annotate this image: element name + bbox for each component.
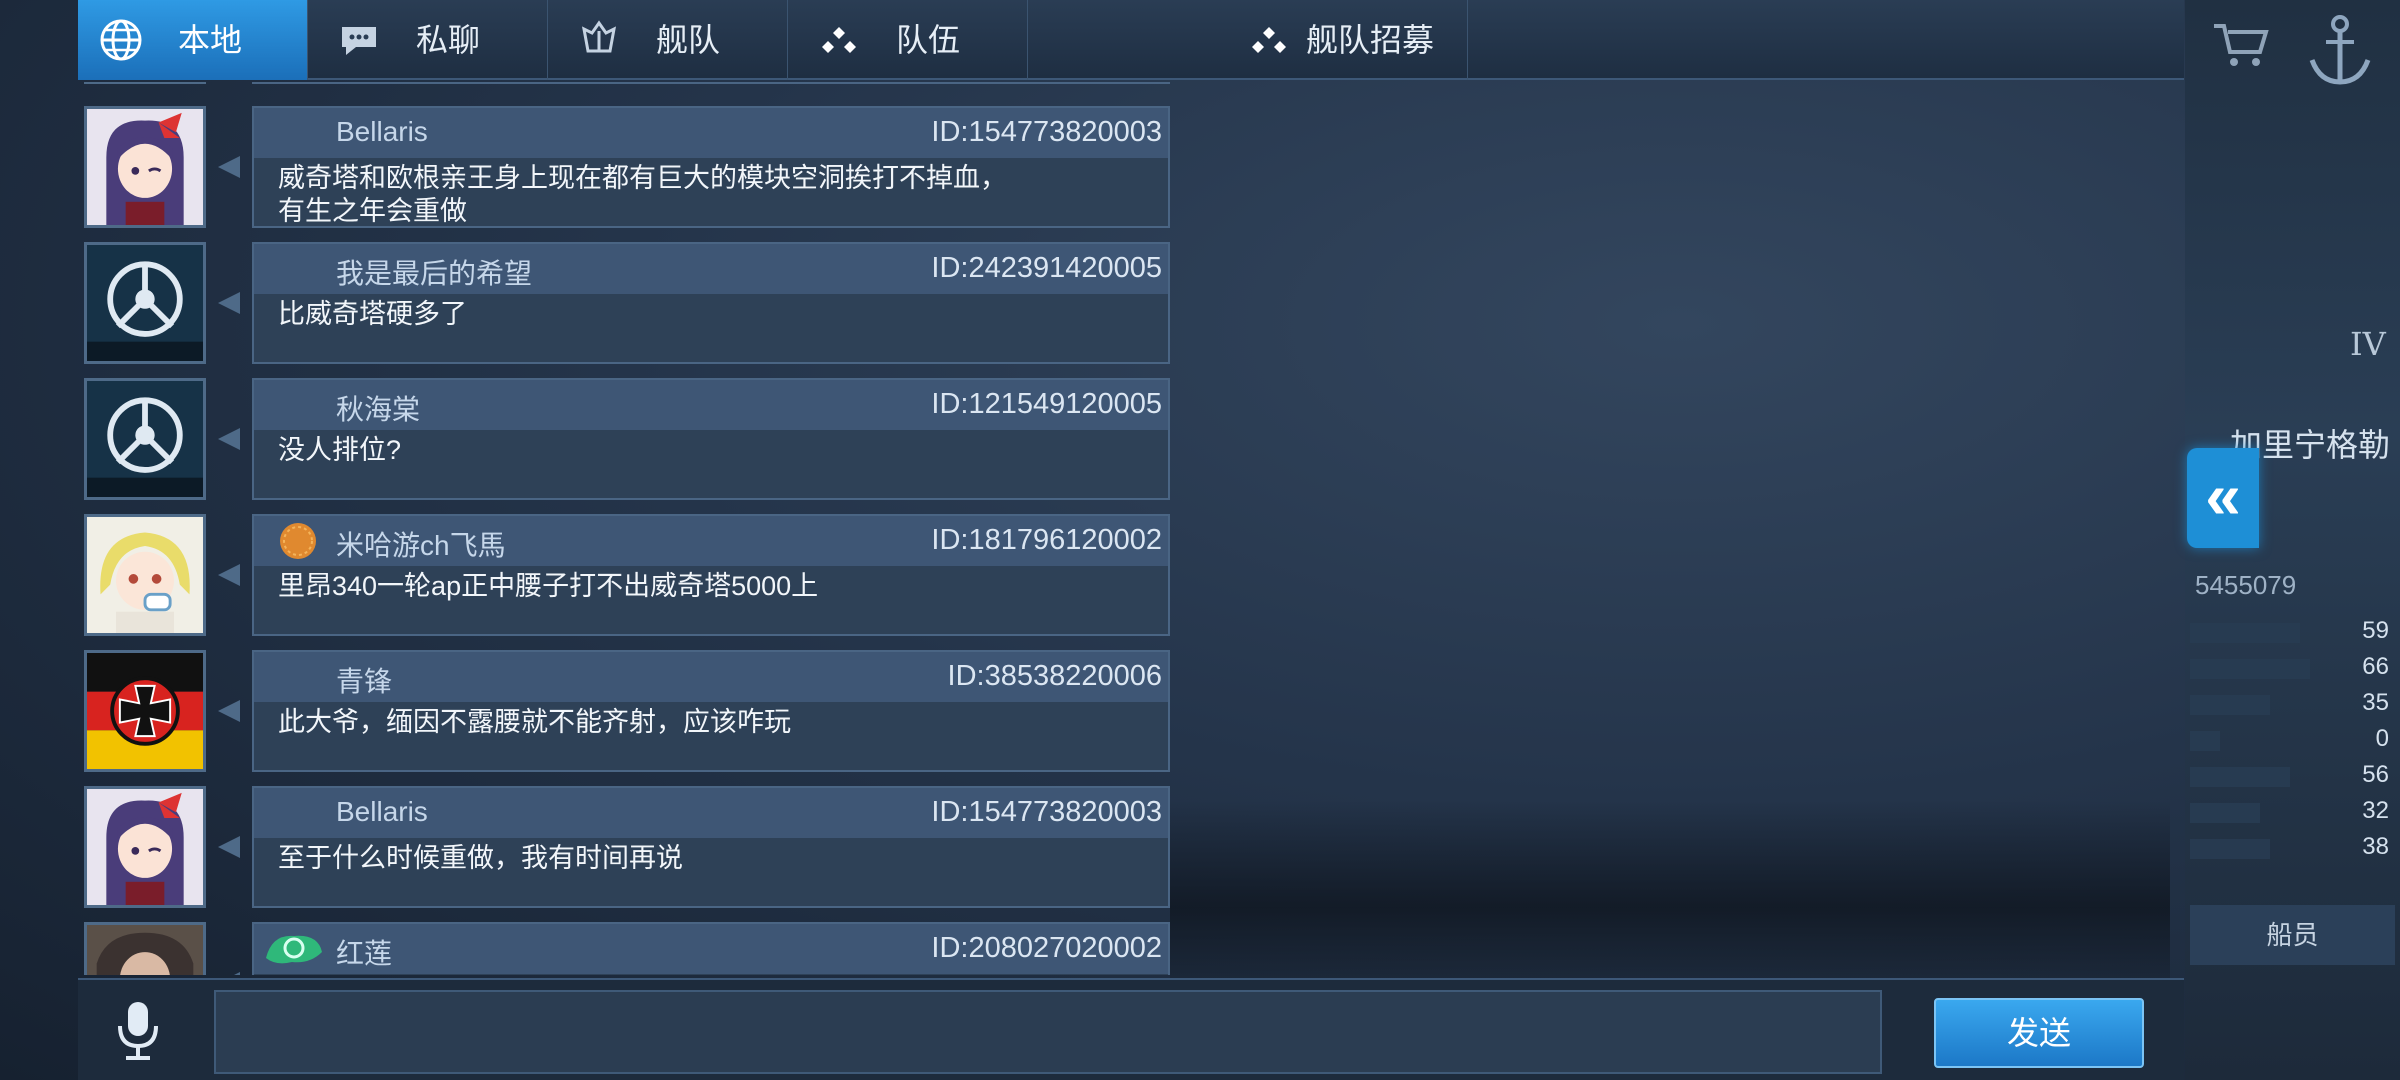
tab-team[interactable]: 队伍	[788, 0, 1028, 80]
message-bubble: 我是最后的希望 ID:242391420005 比威奇塔硬多了	[252, 242, 1170, 364]
message-bubble	[252, 82, 1170, 84]
tab-label: 私聊	[416, 22, 481, 58]
stat-row: 38	[2190, 831, 2395, 867]
message-bubble: 红莲 ID:208027020002	[252, 922, 1170, 975]
tab-local[interactable]: 本地	[78, 0, 308, 80]
stat-row: 32	[2190, 795, 2395, 831]
double-chevron-left-icon: «	[2205, 460, 2241, 532]
avatar[interactable]	[84, 242, 206, 364]
stat-row: 35	[2190, 687, 2395, 723]
message-item: Bellaris ID:154773820003 至于什么时候重做，我有时间再说	[78, 786, 1178, 908]
avatar[interactable]	[84, 650, 206, 772]
message-item: 我是最后的希望 ID:242391420005 比威奇塔硬多了	[78, 242, 1178, 364]
player-id: 5455079	[2195, 570, 2297, 600]
sender-name[interactable]: 米哈游ch飞馬	[336, 524, 506, 564]
sender-id: ID:154773820003	[931, 116, 1162, 148]
send-button[interactable]: 发送	[1934, 998, 2144, 1068]
message-text: 里昂340一轮ap正中腰子打不出威奇塔5000上	[278, 571, 819, 601]
message-text	[254, 974, 1168, 975]
message-list[interactable]: Bellaris ID:154773820003 威奇塔和欧根亲王身上现在都有巨…	[78, 82, 1178, 975]
message-item: 青锋 ID:38538220006 此大爷，缅因不露腰就不能齐射，应该咋玩	[78, 650, 1178, 772]
sender-id: ID:121549120005	[931, 388, 1162, 420]
sender-name[interactable]: 红莲	[336, 932, 392, 972]
chat-input-bar: 发送	[78, 978, 2184, 1080]
microphone-icon[interactable]	[106, 998, 170, 1062]
ship-stats: 59 66 35 0 56 32 38	[2190, 615, 2395, 867]
message-text: 没人排位?	[278, 435, 402, 465]
sender-id: ID:208027020002	[931, 932, 1162, 964]
tab-fleet[interactable]: 舰队	[548, 0, 788, 80]
sender-id: ID:242391420005	[931, 252, 1162, 284]
avatar[interactable]	[84, 922, 206, 975]
message-item: 米哈游ch飞馬 ID:181796120002 里昂340一轮ap正中腰子打不出…	[78, 514, 1178, 636]
bubble-pointer	[218, 292, 240, 314]
avatar[interactable]	[84, 514, 206, 636]
bubble-pointer	[218, 700, 240, 722]
stat-row: 0	[2190, 723, 2395, 759]
sender-name[interactable]: Bellaris	[336, 796, 428, 828]
tab-label: 舰队	[656, 22, 721, 58]
avatar[interactable]	[84, 82, 206, 84]
avatar[interactable]	[84, 106, 206, 228]
message-text: 比威奇塔硬多了	[278, 299, 467, 329]
message-text: 此大爷，缅因不露腰就不能齐射，应该咋玩	[278, 707, 791, 737]
message-text: 至于什么时候重做，我有时间再说	[278, 843, 683, 873]
stat-row: 56	[2190, 759, 2395, 795]
message-bubble: 青锋 ID:38538220006 此大爷，缅因不露腰就不能齐射，应该咋玩	[252, 650, 1170, 772]
tab-label: 舰队招募	[1306, 22, 1435, 58]
anchor-icon[interactable]	[2300, 10, 2380, 90]
crew-button[interactable]: 船员	[2190, 905, 2395, 965]
expand-panel-button[interactable]: «	[2187, 448, 2259, 548]
sender-name[interactable]: 我是最后的希望	[336, 252, 532, 292]
message-text: 威奇塔和欧根亲王身上现在都有巨大的模块空洞挨打不掉血，有生之年会重做	[278, 163, 1007, 226]
message-header: Bellaris ID:154773820003	[254, 108, 1168, 158]
chat-message-input[interactable]	[214, 990, 1882, 1074]
avatar[interactable]	[84, 786, 206, 908]
bubble-pointer	[218, 428, 240, 450]
sender-name[interactable]: 秋海棠	[336, 388, 420, 428]
message-header: 我是最后的希望 ID:242391420005	[254, 244, 1168, 294]
sender-id: ID:181796120002	[931, 524, 1162, 556]
message-bubble: Bellaris ID:154773820003 威奇塔和欧根亲王身上现在都有巨…	[252, 106, 1170, 228]
sender-name[interactable]: Bellaris	[336, 116, 428, 148]
sender-id: ID:154773820003	[931, 796, 1162, 828]
message-item: 红莲 ID:208027020002	[78, 922, 1178, 975]
sender-name[interactable]: 青锋	[336, 660, 392, 700]
message-bubble: 秋海棠 ID:121549120005 没人排位?	[252, 378, 1170, 500]
stat-row: 59	[2190, 615, 2395, 651]
chat-tab-bar: 本地 私聊 舰队 队伍 舰队招募	[78, 0, 2184, 80]
tab-label: 队伍	[896, 22, 961, 58]
team-dots-icon	[816, 17, 862, 63]
tab-fleet-recruit[interactable]: 舰队招募	[1028, 0, 1468, 80]
message-header: 秋海棠 ID:121549120005	[254, 380, 1168, 430]
fleet-emblem-icon	[576, 17, 622, 63]
avatar[interactable]	[84, 378, 206, 500]
bubble-pointer	[218, 836, 240, 858]
message-bubble: 米哈游ch飞馬 ID:181796120002 里昂340一轮ap正中腰子打不出…	[252, 514, 1170, 636]
globe-icon	[98, 17, 144, 63]
team-dots-icon	[1246, 17, 1292, 63]
message-item: 秋海棠 ID:121549120005 没人排位?	[78, 378, 1178, 500]
green-dragon-badge-icon	[262, 928, 326, 970]
tab-private[interactable]: 私聊	[308, 0, 548, 80]
bubble-pointer	[218, 564, 240, 586]
shop-cart-icon[interactable]	[2210, 20, 2270, 70]
sender-id: ID:38538220006	[947, 660, 1162, 692]
ship-tier: IV	[2350, 325, 2386, 363]
message-bubble: Bellaris ID:154773820003 至于什么时候重做，我有时间再说	[252, 786, 1170, 908]
chat-bubble-icon	[336, 17, 382, 63]
chat-window: 本地 私聊 舰队 队伍 舰队招募 Bellaris ID:15477382000…	[78, 0, 2184, 1080]
stat-row: 66	[2190, 651, 2395, 687]
message-header: Bellaris ID:154773820003	[254, 788, 1168, 838]
message-header: 青锋 ID:38538220006	[254, 652, 1168, 702]
bubble-pointer	[218, 972, 240, 975]
message-item: Bellaris ID:154773820003 威奇塔和欧根亲王身上现在都有巨…	[78, 106, 1178, 228]
cookie-badge-icon	[274, 520, 322, 562]
bubble-pointer	[218, 156, 240, 178]
message-header: 红莲 ID:208027020002	[254, 924, 1168, 974]
message-header: 米哈游ch飞馬 ID:181796120002	[254, 516, 1168, 566]
tab-label: 本地	[178, 22, 243, 58]
